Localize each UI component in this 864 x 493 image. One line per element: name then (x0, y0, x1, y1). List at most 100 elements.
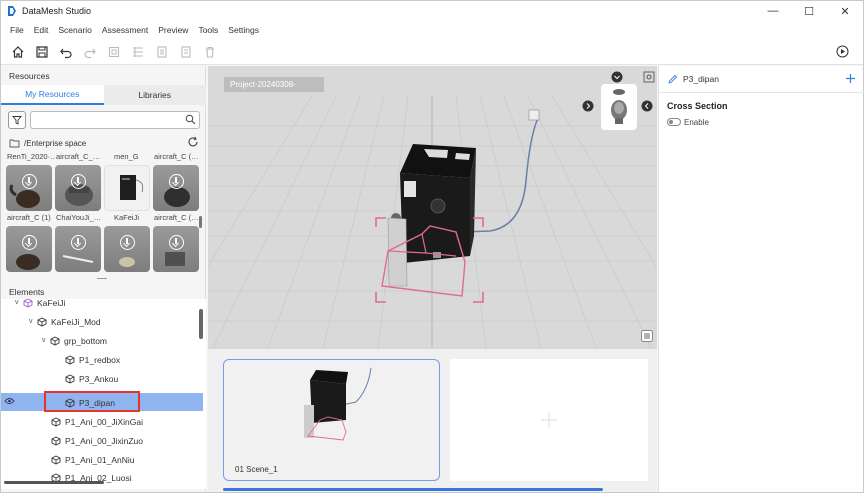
chevron-down-icon[interactable]: v (42, 337, 50, 344)
menu-preview[interactable]: Preview (153, 25, 193, 35)
asset-thumbnail[interactable] (55, 226, 101, 272)
tree-node-kafeiji-mod[interactable]: v KaFeiJi_Mod (29, 313, 101, 330)
download-icon[interactable] (169, 174, 184, 189)
redo-button[interactable] (78, 41, 102, 63)
tab-libraries[interactable]: Libraries (103, 85, 206, 105)
tab-my-resources[interactable]: My Resources (1, 85, 104, 105)
edit-pencil-icon[interactable] (667, 74, 678, 85)
head-orientation-icon (611, 89, 627, 124)
tree-node-p1-ani-00-jixinzuo[interactable]: P1_Ani_00_JixinZuo (51, 432, 143, 449)
list-view-icon[interactable] (641, 330, 653, 342)
home-button[interactable] (6, 41, 30, 63)
import-button[interactable] (102, 41, 126, 63)
tree-node-grp-bottom[interactable]: v grp_bottom (42, 332, 107, 349)
asset-thumbnail[interactable] (6, 165, 52, 211)
menu-scenario[interactable]: Scenario (53, 25, 97, 35)
download-icon[interactable] (169, 235, 184, 250)
maximize-button[interactable]: ☐ (791, 1, 827, 21)
undo-button[interactable] (54, 41, 78, 63)
tree-node-p1-redbox[interactable]: P1_redbox (65, 351, 120, 368)
close-button[interactable]: ✕ (827, 1, 863, 21)
asset-name[interactable]: KaFeiJi (104, 213, 153, 224)
chevron-down-icon[interactable] (611, 71, 623, 83)
tree-node-p1-ani-01-anniu[interactable]: P1_Ani_01_AnNiu (51, 451, 134, 468)
asset-thumbnail[interactable] (55, 165, 101, 211)
save-icon (36, 45, 48, 58)
asset-thumbnail[interactable] (153, 165, 199, 211)
3d-viewport[interactable]: Project-20240308- (208, 66, 657, 348)
asset-name[interactable]: aircraft_C (… (153, 152, 202, 163)
download-icon[interactable] (71, 235, 86, 250)
add-scene-button[interactable] (450, 359, 648, 481)
scene-thumbnail (304, 367, 372, 441)
asset-thumbnail[interactable] (104, 165, 150, 211)
eye-icon[interactable] (4, 397, 15, 405)
asset-thumbnail[interactable] (153, 226, 199, 272)
asset-name[interactable]: aircraft_C (1) (6, 213, 55, 224)
chevron-down-icon[interactable]: v (29, 318, 37, 325)
tree-horizontal-scrollbar[interactable] (4, 481, 104, 484)
asset-name[interactable]: aircraft_C (… (153, 213, 202, 224)
asset-name[interactable]: RenTi_2020·… (6, 152, 55, 163)
search-input[interactable] (31, 112, 181, 128)
menu-settings[interactable]: Settings (223, 25, 264, 35)
app-window: DataMesh Studio — ☐ ✕ File Edit Scenario… (0, 0, 864, 493)
paste-button[interactable] (174, 41, 198, 63)
scene-card[interactable]: 01 Scene_1 (223, 359, 440, 481)
plus-icon (541, 412, 557, 428)
download-icon[interactable] (71, 174, 86, 189)
menu-file[interactable]: File (5, 25, 29, 35)
tree-scrollbar[interactable] (199, 309, 203, 339)
refresh-icon[interactable] (187, 136, 199, 148)
folder-icon (9, 139, 20, 148)
asset-thumbnail[interactable] (104, 226, 150, 272)
copy-button[interactable] (150, 41, 174, 63)
tree-node-p3-ankou[interactable]: P3_Ankou (65, 370, 118, 387)
asset-thumbnail[interactable] (6, 226, 52, 272)
panel-splitter[interactable] (97, 278, 107, 279)
cube-icon (50, 335, 60, 346)
download-icon[interactable] (22, 235, 37, 250)
title-bar: DataMesh Studio — ☐ ✕ (1, 1, 863, 21)
group-button[interactable] (126, 41, 150, 63)
copy-icon (157, 45, 167, 58)
menu-edit[interactable]: Edit (29, 25, 54, 35)
resource-search-row (8, 111, 200, 131)
minimize-button[interactable]: — (755, 1, 791, 21)
asset-name[interactable]: aircraft_C_… (55, 152, 104, 163)
object-name: P3_dipan (683, 74, 719, 84)
plus-icon[interactable] (845, 73, 856, 84)
cube-icon (51, 416, 61, 427)
chevron-down-icon[interactable]: v (15, 299, 23, 306)
tree-node-label: P1_Ani_00_JixinZuo (65, 435, 143, 446)
tree-node-label: P1_Ani_01_AnNiu (65, 454, 135, 465)
chevron-right-icon[interactable] (641, 100, 653, 112)
delete-button[interactable] (198, 41, 222, 63)
tree-node-kafeiji[interactable]: v KaFeiJi (15, 299, 65, 311)
scene-scrollbar[interactable] (223, 488, 603, 491)
search-box (30, 111, 200, 129)
selection-highlight-box (44, 391, 140, 412)
tree-node-label: P1_redbox (79, 354, 121, 365)
asset-grid: RenTi_2020·… aircraft_C_… men_G aircraft… (6, 152, 202, 276)
download-icon[interactable] (120, 235, 135, 250)
save-button[interactable] (30, 41, 54, 63)
view-cube[interactable] (601, 84, 637, 130)
properties-panel: P3_dipan Cross Section Enable (658, 66, 864, 492)
play-button[interactable] (836, 45, 849, 60)
menu-assessment[interactable]: Assessment (97, 25, 153, 35)
play-icon (836, 45, 849, 58)
redo-icon (84, 48, 96, 58)
tree-node-p1-ani-00-jixingai[interactable]: P1_Ani_00_JiXinGai (51, 413, 143, 430)
menu-tools[interactable]: Tools (193, 25, 223, 35)
cross-section-toggle[interactable] (667, 118, 681, 126)
chevron-left-icon[interactable] (582, 100, 594, 112)
asset-name[interactable]: men_G (104, 152, 153, 163)
camera-settings-icon[interactable] (643, 71, 655, 83)
scene-label: 01 Scene_1 (235, 465, 278, 474)
download-icon[interactable] (22, 174, 37, 189)
search-icon[interactable] (185, 114, 196, 125)
filter-button[interactable] (8, 111, 26, 129)
asset-name[interactable]: ChaiYouJi_… (55, 213, 104, 224)
resource-scrollbar[interactable] (199, 216, 202, 228)
